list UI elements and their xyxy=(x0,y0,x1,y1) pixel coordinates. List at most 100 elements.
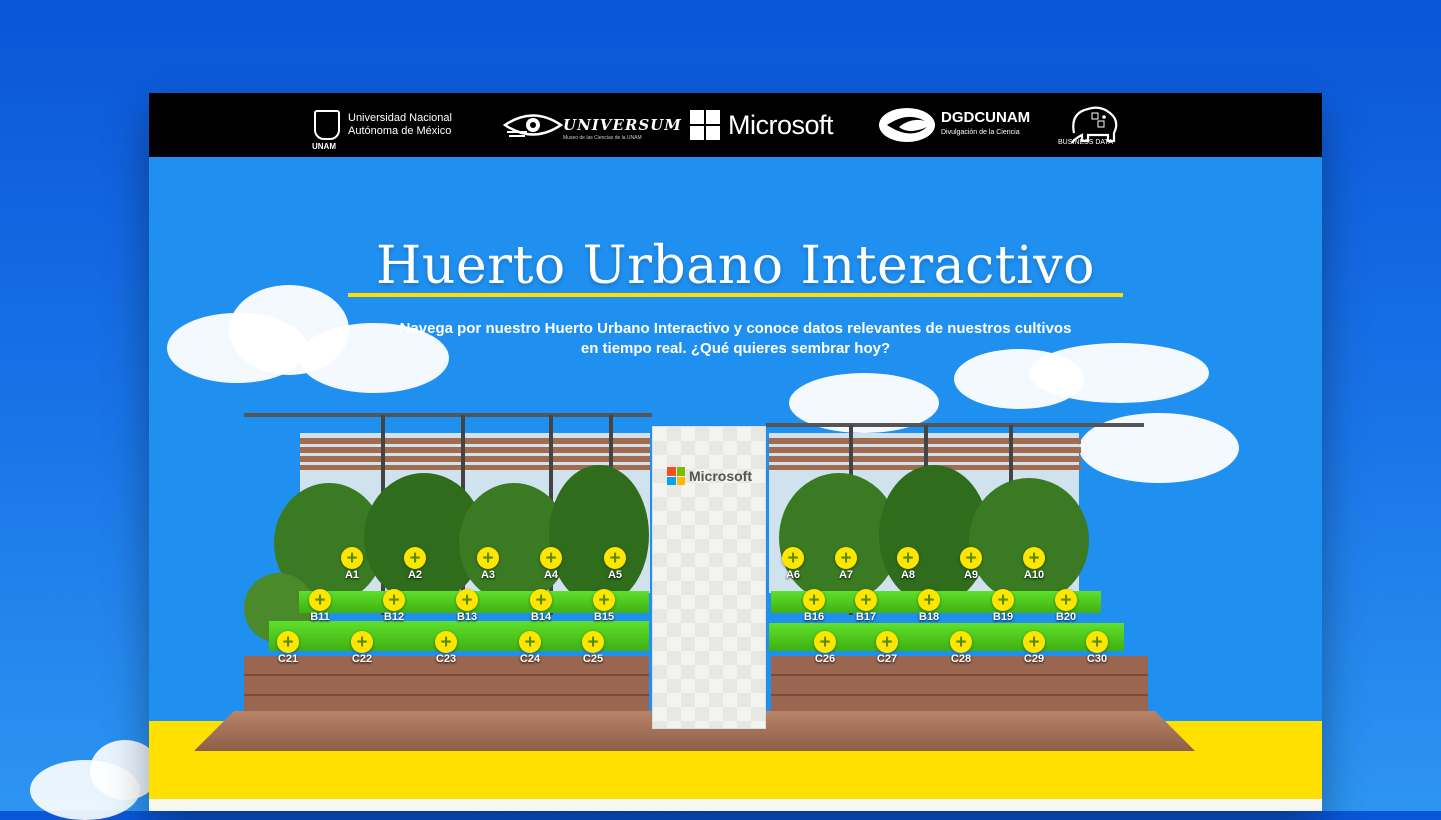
unam-line2: Autónoma de México xyxy=(348,125,452,137)
hotspot-label: B20 xyxy=(1055,611,1077,623)
unam-abbr: UNAM xyxy=(312,142,336,151)
hotspot-b14[interactable]: + B14 xyxy=(524,589,558,623)
hotspot-a10[interactable]: + A10 xyxy=(1017,547,1051,581)
hotspot-label: C25 xyxy=(582,653,604,665)
hotspot-c21[interactable]: + C21 xyxy=(271,631,305,665)
plus-icon: + xyxy=(960,547,982,569)
hotspot-c30[interactable]: + C30 xyxy=(1080,631,1114,665)
hotspot-a5[interactable]: + A5 xyxy=(598,547,632,581)
hotspot-label: B14 xyxy=(530,611,552,623)
hotspot-label: A5 xyxy=(607,569,623,581)
plus-icon: + xyxy=(950,631,972,653)
hotspot-label: B13 xyxy=(456,611,478,623)
partners-header: UNAM Universidad Nacional Autónoma de Mé… xyxy=(149,93,1322,157)
hotspot-label: C21 xyxy=(277,653,299,665)
subtitle-line-2: en tiempo real. ¿Qué quieres sembrar hoy… xyxy=(580,340,891,357)
hotspot-a2[interactable]: + A2 xyxy=(398,547,432,581)
hotspot-label: C23 xyxy=(435,653,457,665)
plus-icon: + xyxy=(519,631,541,653)
plus-icon: + xyxy=(1086,631,1108,653)
dgdc-name: DGDCUNAM Divulgación de la Ciencia xyxy=(941,110,1030,140)
hotspot-b20[interactable]: + B20 xyxy=(1049,589,1083,623)
hotspot-b18[interactable]: + B18 xyxy=(912,589,946,623)
plus-icon: + xyxy=(835,547,857,569)
hotspot-a1[interactable]: + A1 xyxy=(335,547,369,581)
hotspot-b15[interactable]: + B15 xyxy=(587,589,621,623)
page-subtitle: Navega por nuestro Huerto Urbano Interac… xyxy=(299,319,1172,359)
hotspot-label: A6 xyxy=(785,569,801,581)
wall-microsoft-logo: Microsoft xyxy=(667,467,752,485)
bottom-strip xyxy=(149,799,1322,811)
plus-icon: + xyxy=(1023,631,1045,653)
hotspot-label: C24 xyxy=(519,653,541,665)
plus-icon: + xyxy=(593,589,615,611)
right-pergola-roof xyxy=(766,423,1144,427)
page-title: Huerto Urbano Interactivo xyxy=(376,236,1095,296)
plants xyxy=(549,465,649,605)
plus-icon: + xyxy=(435,631,457,653)
hotspot-label: C29 xyxy=(1023,653,1045,665)
hotspot-b11[interactable]: + B11 xyxy=(303,589,337,623)
hotspot-b16[interactable]: + B16 xyxy=(797,589,831,623)
plus-icon: + xyxy=(582,631,604,653)
hotspot-b12[interactable]: + B12 xyxy=(377,589,411,623)
unam-name: Universidad Nacional Autónoma de México xyxy=(348,112,452,138)
hotspot-label: B19 xyxy=(992,611,1014,623)
hotspot-c29[interactable]: + C29 xyxy=(1017,631,1051,665)
business-data-logo[interactable]: BUSINESS DATA xyxy=(1058,93,1124,157)
plus-icon: + xyxy=(530,589,552,611)
hotspot-a8[interactable]: + A8 xyxy=(891,547,925,581)
hotspot-label: B17 xyxy=(855,611,877,623)
hotspot-label: C27 xyxy=(876,653,898,665)
microsoft-logo[interactable]: Microsoft xyxy=(690,93,834,157)
hotspot-c27[interactable]: + C27 xyxy=(870,631,904,665)
hotspot-a7[interactable]: + A7 xyxy=(829,547,863,581)
subtitle-line-1: Navega por nuestro Huerto Urbano Interac… xyxy=(399,320,1072,337)
hotspot-c25[interactable]: + C25 xyxy=(576,631,610,665)
plus-icon: + xyxy=(604,547,626,569)
plants xyxy=(969,478,1089,603)
universum-sub: Museo de las Ciencias de la UNAM xyxy=(563,135,642,141)
plus-icon: + xyxy=(309,589,331,611)
hotspot-label: C26 xyxy=(814,653,836,665)
hotspot-label: C28 xyxy=(950,653,972,665)
hotspot-b17[interactable]: + B17 xyxy=(849,589,883,623)
plus-icon: + xyxy=(351,631,373,653)
hotspot-c26[interactable]: + C26 xyxy=(808,631,842,665)
unam-logo[interactable]: UNAM Universidad Nacional Autónoma de Mé… xyxy=(312,93,452,157)
plus-icon: + xyxy=(782,547,804,569)
unam-crest-icon xyxy=(314,110,340,140)
plus-icon: + xyxy=(1055,589,1077,611)
website-window: UNAM Universidad Nacional Autónoma de Mé… xyxy=(149,93,1322,811)
universum-eye-icon xyxy=(503,114,563,137)
plus-icon: + xyxy=(383,589,405,611)
dgdc-logo[interactable]: DGDCUNAM Divulgación de la Ciencia xyxy=(877,93,1030,157)
universum-logo[interactable]: UNIVERSUM Museo de las Ciencias de la UN… xyxy=(503,93,682,157)
hotspot-c23[interactable]: + C23 xyxy=(429,631,463,665)
plus-icon: + xyxy=(803,589,825,611)
universum-name: UNIVERSUM xyxy=(563,116,682,134)
hotspot-a4[interactable]: + A4 xyxy=(534,547,568,581)
hotspot-a3[interactable]: + A3 xyxy=(471,547,505,581)
hotspot-label: A8 xyxy=(900,569,916,581)
plus-icon: + xyxy=(341,547,363,569)
dgdc-title: DGDCUNAM xyxy=(941,109,1031,126)
hotspot-label: C30 xyxy=(1086,653,1108,665)
hotspot-c22[interactable]: + C22 xyxy=(345,631,379,665)
hotspot-label: A1 xyxy=(344,569,360,581)
hotspot-b19[interactable]: + B19 xyxy=(986,589,1020,623)
hotspot-label: B18 xyxy=(918,611,940,623)
hotspot-c24[interactable]: + C24 xyxy=(513,631,547,665)
hotspot-label: A4 xyxy=(543,569,559,581)
center-wall: Microsoft xyxy=(652,426,766,729)
plus-icon: + xyxy=(855,589,877,611)
hotspot-c28[interactable]: + C28 xyxy=(944,631,978,665)
hotspot-a6[interactable]: + A6 xyxy=(776,547,810,581)
hotspot-b13[interactable]: + B13 xyxy=(450,589,484,623)
plus-icon: + xyxy=(992,589,1014,611)
hotspot-label: A7 xyxy=(838,569,854,581)
plus-icon: + xyxy=(918,589,940,611)
title-underline xyxy=(348,293,1123,297)
hotspot-a9[interactable]: + A9 xyxy=(954,547,988,581)
plus-icon: + xyxy=(1023,547,1045,569)
